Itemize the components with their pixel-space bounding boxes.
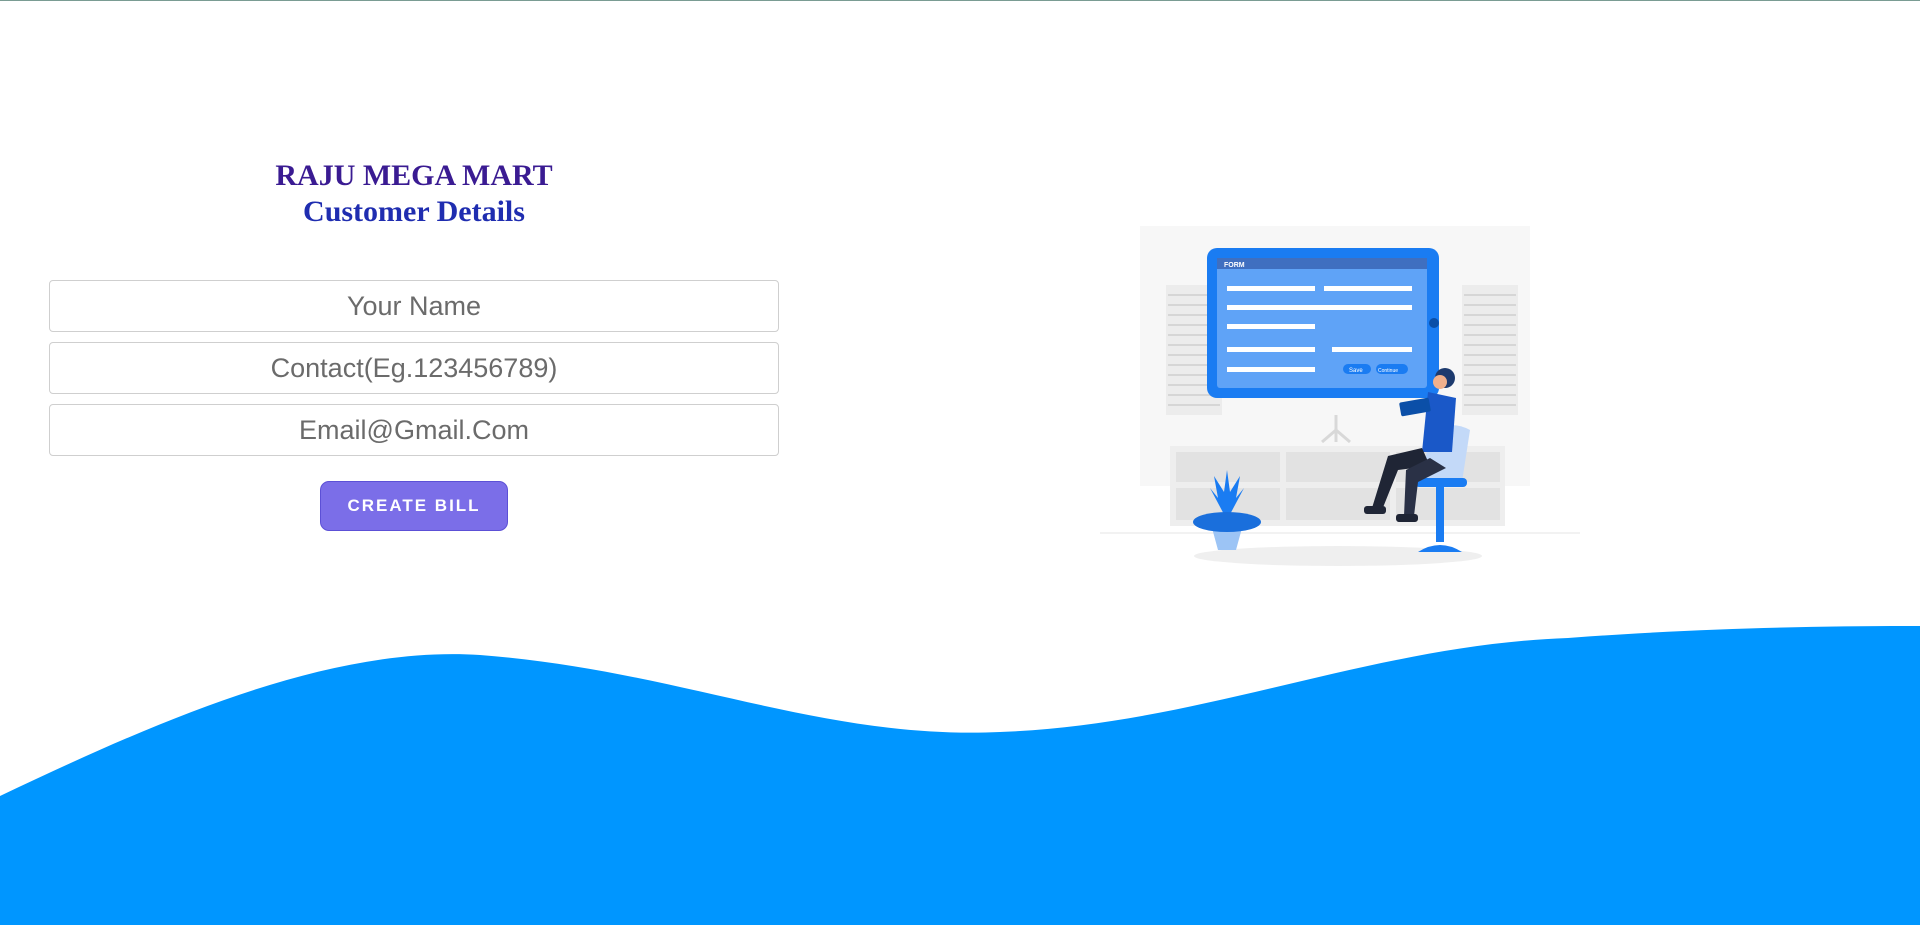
- contact-input[interactable]: [49, 342, 779, 394]
- screen-form-title: FORM: [1224, 262, 1245, 269]
- section-title: Customer Details: [303, 195, 525, 228]
- screen-continue-label: Continue: [1378, 368, 1398, 374]
- form-screen: FORM Save Continue: [1207, 248, 1439, 398]
- email-input[interactable]: [49, 404, 779, 456]
- page-heading: RAJU MEGA MART Customer Details: [49, 158, 779, 230]
- customer-form: RAJU MEGA MART Customer Details CREATE B…: [49, 158, 779, 531]
- screen-save-label: Save: [1349, 368, 1363, 374]
- create-bill-button[interactable]: CREATE BILL: [320, 481, 508, 531]
- name-input[interactable]: [49, 280, 779, 332]
- page: RAJU MEGA MART Customer Details CREATE B…: [0, 0, 1920, 925]
- decorative-wave: [0, 626, 1920, 925]
- window-blinds-right: [1462, 285, 1518, 415]
- form-illustration: FORM Save Continue: [1100, 226, 1580, 566]
- button-row: CREATE BILL: [49, 481, 779, 531]
- top-divider: [0, 0, 1920, 1]
- store-name: RAJU MEGA MART: [275, 159, 553, 192]
